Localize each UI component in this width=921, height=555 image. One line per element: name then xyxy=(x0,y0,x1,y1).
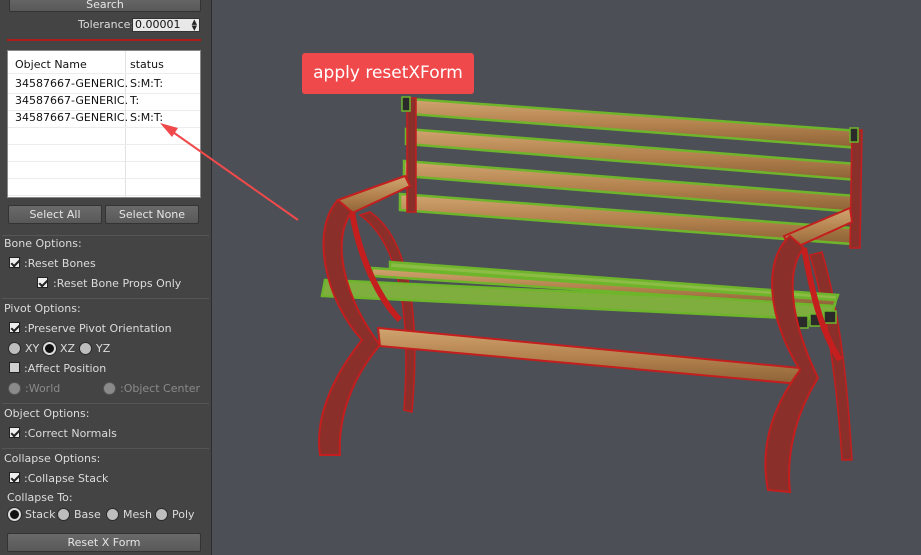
annotation-callout: apply resetXForm xyxy=(302,53,474,94)
bench-stretcher xyxy=(376,326,801,386)
seat-slats xyxy=(320,260,840,322)
bench-back-post xyxy=(406,97,417,213)
back-slats xyxy=(398,97,862,246)
bench-back-leg-right xyxy=(809,251,853,461)
bench-front-leg-left xyxy=(318,198,382,456)
bench-back-post xyxy=(849,129,863,249)
bench-back-leg-left xyxy=(358,211,416,413)
annotation-arrow xyxy=(169,129,299,221)
